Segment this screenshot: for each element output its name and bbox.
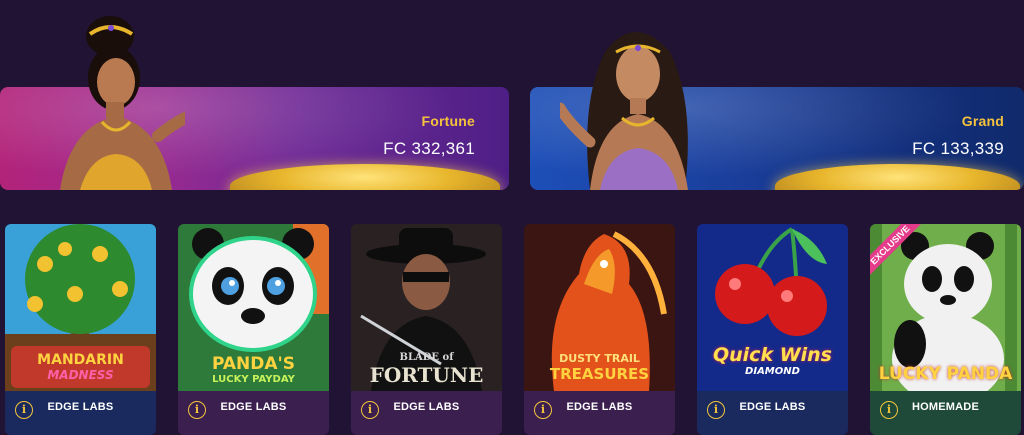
genie-woman-illustration-left xyxy=(60,16,185,190)
jackpot-info: Fortune FC 332,361 xyxy=(383,113,475,159)
game-card-quick-wins-diamond[interactable]: Quick Wins DIAMOND i EDGE LABS xyxy=(697,224,848,435)
jackpot-value: FC 133,339 xyxy=(912,139,1004,158)
jackpot-name: Grand xyxy=(961,113,1004,129)
game-card-pandas-lucky-payday[interactable]: PANDA'S LUCKY PAYDAY i EDGE LABS xyxy=(178,224,329,435)
game-logo-line: FORTUNE xyxy=(369,363,484,387)
game-card-mandarin-madness[interactable]: MANDARIN MADNESS i EDGE LABS xyxy=(5,224,156,435)
game-provider: EDGE LABS xyxy=(220,401,287,413)
genie-woman-illustration-right xyxy=(560,32,688,190)
game-card-lucky-panda[interactable]: EXCLUSIVE LUCKY PANDA i HOMEMADE xyxy=(870,224,1021,435)
game-logo-line: BLADE of xyxy=(399,352,454,363)
game-logo: LUCKY PANDA xyxy=(870,364,1021,384)
card-footer: i EDGE LABS xyxy=(5,391,156,435)
card-footer: i EDGE LABS xyxy=(351,391,502,435)
game-provider: EDGE LABS xyxy=(566,401,633,413)
jackpot-name: Fortune xyxy=(421,113,475,129)
game-provider: EDGE LABS xyxy=(739,401,806,413)
card-footer: i HOMEMADE xyxy=(870,391,1021,435)
game-card-blade-of-fortune[interactable]: BLADE of FORTUNE i EDGE LABS xyxy=(351,224,502,435)
game-card-dusty-trail-treasures[interactable]: DUSTY TRAIL TREASURES i EDGE LABS xyxy=(524,224,675,435)
game-logo-line: TREASURES xyxy=(549,365,650,383)
game-logo-line: LUCKY PAYDAY xyxy=(212,374,295,385)
game-logo: MANDARIN MADNESS xyxy=(5,352,156,382)
game-logo-line: LUCKY PANDA xyxy=(878,364,1013,384)
game-provider: EDGE LABS xyxy=(393,401,460,413)
game-provider: HOMEMADE xyxy=(912,401,979,413)
game-logo: PANDA'S LUCKY PAYDAY xyxy=(178,354,329,385)
game-logo-line: PANDA'S xyxy=(212,354,295,374)
card-footer: i EDGE LABS xyxy=(178,391,329,435)
game-logo: DUSTY TRAIL TREASURES xyxy=(524,352,675,383)
jackpot-value: FC 332,361 xyxy=(383,139,475,158)
game-logo-line: MANDARIN xyxy=(37,352,124,368)
jackpot-info: Grand FC 133,339 xyxy=(912,113,1004,159)
card-footer: i EDGE LABS xyxy=(697,391,848,435)
game-logo-line: DUSTY TRAIL xyxy=(559,352,640,365)
game-logo-line: DIAMOND xyxy=(745,366,800,377)
games-row: MANDARIN MADNESS i EDGE LABS PANDA'S LUC… xyxy=(5,224,1024,435)
game-logo: BLADE of FORTUNE xyxy=(351,352,502,387)
game-provider: EDGE LABS xyxy=(47,401,114,413)
game-logo-line: MADNESS xyxy=(47,368,114,382)
game-logo: Quick Wins DIAMOND xyxy=(697,344,848,377)
game-logo-line: Quick Wins xyxy=(712,344,832,366)
card-footer: i EDGE LABS xyxy=(524,391,675,435)
